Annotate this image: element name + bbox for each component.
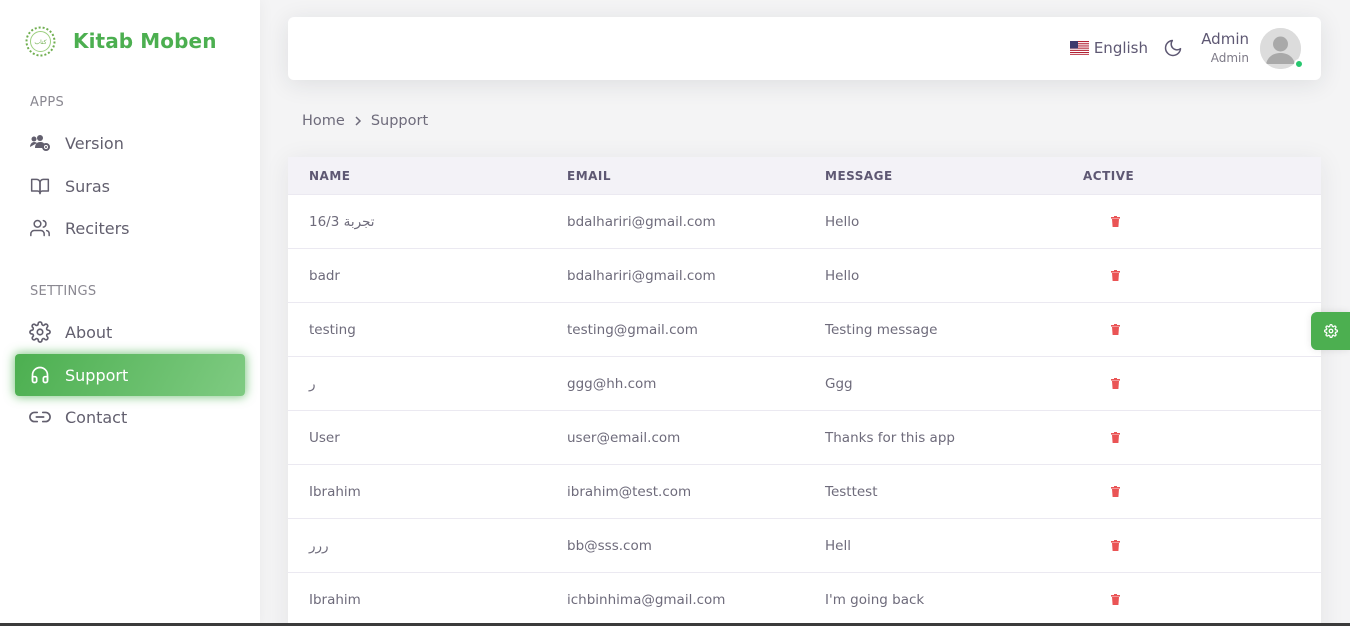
sidebar-item-label: Reciters — [65, 218, 130, 238]
sidebar-item-label: Suras — [65, 176, 111, 196]
sidebar-item-version[interactable]: Version — [15, 122, 245, 164]
cell-message: Hello — [825, 268, 860, 284]
table-header: NAME EMAIL MESSAGE ACTIVE — [288, 157, 1321, 195]
users-icon — [29, 217, 51, 239]
cell-message: Testing message — [825, 322, 938, 338]
sidebar-item-contact[interactable]: Contact — [15, 396, 245, 438]
column-header-active: ACTIVE — [1083, 168, 1135, 183]
settings-icon — [29, 321, 51, 343]
user-name: Admin — [1201, 30, 1249, 48]
svg-text:كتاب: كتاب — [34, 39, 46, 46]
breadcrumb-home[interactable]: Home — [302, 113, 345, 129]
sidebar-item-label: About — [65, 322, 113, 342]
moon-icon[interactable] — [1163, 38, 1183, 62]
sidebar-item-support[interactable]: Support — [15, 354, 245, 396]
table-row: Ibrahim ibrahim@test.com Testtest — [288, 465, 1321, 519]
book-open-icon — [29, 175, 51, 197]
language-label: English — [1093, 39, 1148, 57]
trash-icon[interactable] — [1111, 485, 1120, 501]
trash-icon[interactable] — [1111, 539, 1120, 555]
cell-email: bdalhariri@gmail.com — [567, 214, 716, 230]
table-row: Ibrahim ichbinhima@gmail.com I'm going bac… — [288, 573, 1321, 626]
sidebar-item-suras[interactable]: Suras — [15, 165, 245, 207]
users-cog-icon — [29, 132, 51, 154]
trash-icon[interactable] — [1111, 269, 1120, 285]
trash-icon[interactable] — [1111, 431, 1120, 447]
customizer-toggle[interactable] — [1311, 312, 1350, 350]
brand-name: Kitab Moben — [73, 29, 217, 53]
breadcrumb: Home Support — [302, 113, 428, 129]
table-row: ر ggg@hh.com Ggg — [288, 357, 1321, 411]
table-row: تجربة 16/3 bdalhariri@gmail.com Hello — [288, 195, 1321, 249]
cell-name: testing — [309, 322, 356, 338]
cell-name: تجربة 16/3 — [309, 214, 375, 230]
trash-icon[interactable] — [1111, 377, 1120, 393]
sidebar-item-about[interactable]: About — [15, 311, 245, 353]
link-icon — [29, 406, 51, 428]
table-row: badr bdalhariri@gmail.com Hello — [288, 249, 1321, 303]
sidebar: كتاب Kitab Moben APPS Version Suras Reci… — [0, 0, 260, 626]
headphones-icon — [29, 364, 51, 386]
breadcrumb-current: Support — [370, 113, 429, 129]
user-info[interactable]: Admin Admin — [1201, 30, 1249, 65]
column-header-message: MESSAGE — [825, 168, 893, 183]
support-table: NAME EMAIL MESSAGE ACTIVE تجربة 16/3 bdal… — [288, 157, 1321, 626]
cell-email: bb@sss.com — [567, 538, 652, 554]
trash-icon[interactable] — [1111, 593, 1120, 609]
cell-email: ggg@hh.com — [567, 376, 657, 392]
language-selector[interactable]: English — [1069, 39, 1148, 57]
online-status-badge — [1294, 59, 1304, 69]
cell-name: Ibrahim — [309, 484, 361, 500]
cell-email: testing@gmail.com — [567, 322, 698, 338]
table-row: ررر bb@sss.com Hell — [288, 519, 1321, 573]
cell-email: user@email.com — [567, 430, 681, 446]
cell-message: Thanks for this app — [825, 430, 955, 446]
column-header-email: EMAIL — [567, 168, 612, 183]
sidebar-item-label: Version — [65, 133, 124, 153]
table-row: User user@email.com Thanks for this app — [288, 411, 1321, 465]
cell-name: Ibrahim — [309, 592, 361, 608]
cell-email: bdalhariri@gmail.com — [567, 268, 716, 284]
table-body: تجربة 16/3 bdalhariri@gmail.com Hello badr b… — [288, 195, 1321, 626]
trash-icon[interactable] — [1111, 323, 1120, 339]
cell-message: Hell — [825, 538, 851, 554]
cell-name: User — [309, 430, 340, 446]
cell-email: ibrahim@test.com — [567, 484, 692, 500]
us-flag-icon — [1069, 41, 1089, 55]
cell-email: ichbinhima@gmail.com — [567, 592, 726, 608]
chevron-right-icon — [353, 115, 363, 127]
user-role: Admin — [1210, 51, 1249, 65]
sidebar-item-reciters[interactable]: Reciters — [15, 207, 245, 249]
sidebar-item-label: Support — [65, 365, 129, 385]
cell-name: badr — [309, 268, 340, 284]
cell-message: Testtest — [825, 484, 878, 500]
brand-logo-icon: كتاب — [25, 26, 56, 56]
cell-message: Hello — [825, 214, 860, 230]
cell-name: ررر — [309, 538, 329, 554]
settings-icon — [1323, 324, 1338, 338]
top-navbar: English Admin Admin — [288, 17, 1321, 80]
cell-message: I'm going back — [825, 592, 925, 608]
sidebar-item-label: Contact — [65, 407, 128, 427]
trash-icon[interactable] — [1111, 215, 1120, 231]
column-header-name: NAME — [309, 168, 351, 183]
cell-name: ر — [309, 376, 316, 392]
section-header-settings: SETTINGS — [30, 284, 97, 299]
section-header-apps: APPS — [30, 95, 65, 110]
brand[interactable]: كتاب Kitab Moben — [24, 24, 217, 58]
table-row: testing testing@gmail.com Testing message — [288, 303, 1321, 357]
cell-message: Ggg — [825, 376, 853, 392]
